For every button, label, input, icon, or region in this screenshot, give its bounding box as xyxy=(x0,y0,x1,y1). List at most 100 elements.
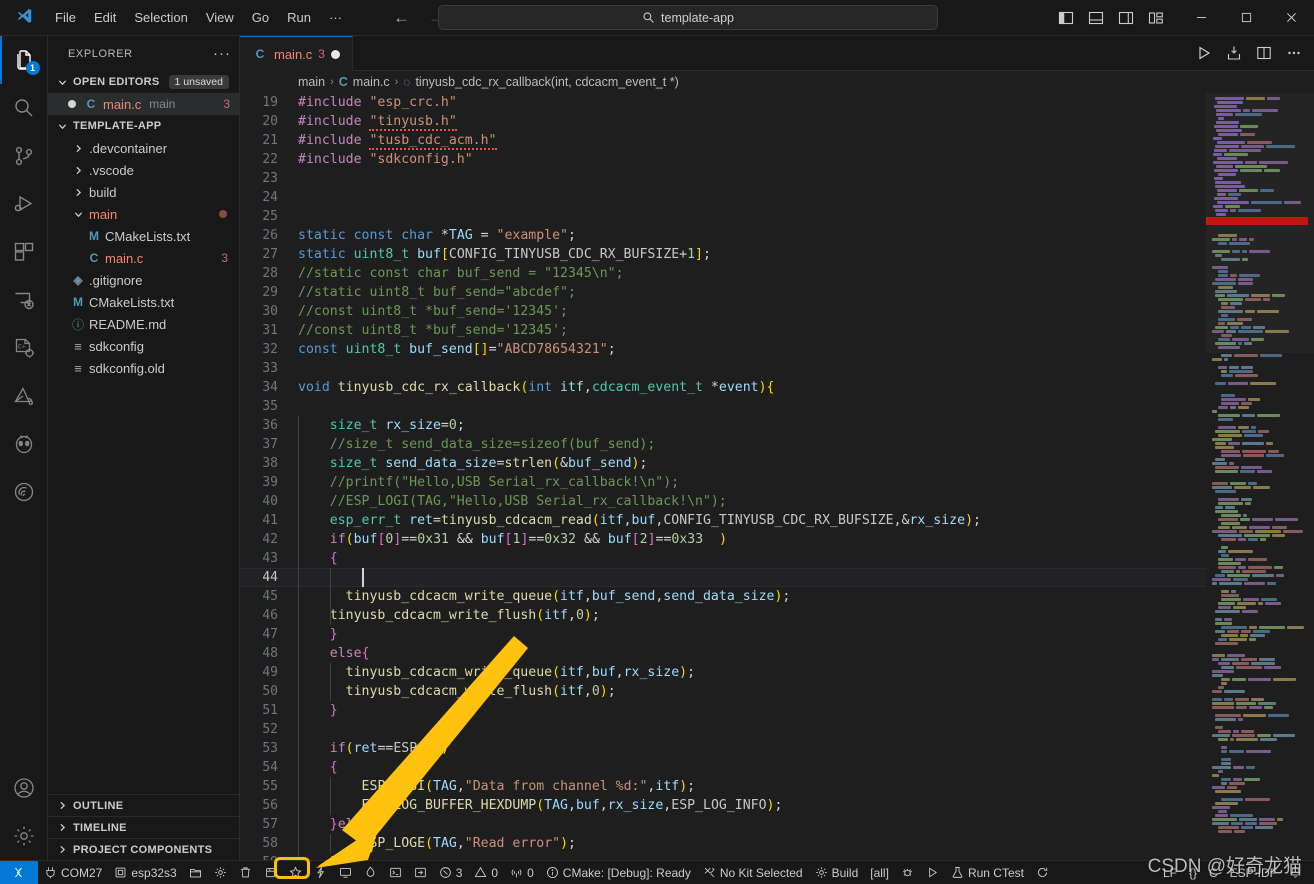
activity-manage-settings[interactable] xyxy=(0,812,48,860)
toggle-primary-sidebar-icon[interactable] xyxy=(1051,3,1081,33)
breadcrumb-folder[interactable]: main xyxy=(298,75,325,89)
code-line[interactable]: 44 xyxy=(240,568,1206,587)
run-button[interactable] xyxy=(1190,39,1218,67)
activity-remote-explorer[interactable] xyxy=(0,276,48,324)
activity-accounts[interactable] xyxy=(0,764,48,812)
status-flash-device[interactable] xyxy=(283,861,308,884)
sidebar-more-actions-icon[interactable]: ··· xyxy=(213,45,231,62)
status-cmake-build-target[interactable]: [all] xyxy=(864,861,895,884)
code-line[interactable]: 33 xyxy=(240,359,1206,378)
code-line[interactable]: 30//const uint8_t *buf_send='12345'; xyxy=(240,302,1206,321)
tree-item-gitignore[interactable]: ◈ .gitignore xyxy=(48,269,239,291)
status-language-brackets[interactable]: {} xyxy=(1183,861,1203,884)
activity-cpp-tools[interactable]: C+ xyxy=(0,324,48,372)
customize-layout-icon[interactable] xyxy=(1141,3,1171,33)
activity-run-and-debug[interactable] xyxy=(0,180,48,228)
status-flash-bolt[interactable] xyxy=(308,861,333,884)
tree-item-vscode[interactable]: .vscode xyxy=(48,159,239,181)
code-line[interactable]: 29 //static uint8_t buf_send="abcdef"; xyxy=(240,283,1206,302)
code-line[interactable]: 50 tinyusb_cdcacm_write_flush(itf,0); xyxy=(240,682,1206,701)
menu-more[interactable]: ··· xyxy=(320,6,351,29)
code-line[interactable]: 34 void tinyusb_cdc_rx_callback(int itf,c… xyxy=(240,378,1206,397)
code-line[interactable]: 32 const uint8_t buf_send[]="ABCD78654321… xyxy=(240,340,1206,359)
code-line[interactable]: 42 if(buf[0]==0x31 && buf[1]==0x32 && bu… xyxy=(240,530,1206,549)
activity-search[interactable] xyxy=(0,84,48,132)
status-notifications-bell[interactable] xyxy=(1283,861,1308,884)
code-line[interactable]: 21 #include "tusb_cdc_acm.h" xyxy=(240,131,1206,150)
tab-main-c[interactable]: C main.c 3 xyxy=(240,36,353,71)
toggle-secondary-sidebar-icon[interactable] xyxy=(1111,3,1141,33)
code-line[interactable]: 37 //size_t send_data_size=sizeof(buf_se… xyxy=(240,435,1206,454)
breadcrumb-file[interactable]: main.c xyxy=(353,75,390,89)
status-eol-sequence[interactable]: LF xyxy=(1157,861,1183,884)
tree-item-sdkconfig-old[interactable]: ≡ sdkconfig.old xyxy=(48,357,239,379)
activity-source-control[interactable] xyxy=(0,132,48,180)
code-line[interactable]: 26 static const char *TAG = "example"; xyxy=(240,226,1206,245)
status-erase-flash[interactable] xyxy=(408,861,433,884)
status-cmake-refresh[interactable] xyxy=(1030,861,1055,884)
code-line[interactable]: 25 xyxy=(240,207,1206,226)
activity-wokwi[interactable] xyxy=(0,468,48,516)
activity-explorer[interactable]: 1 xyxy=(0,36,48,84)
code-line[interactable]: 22 #include "sdkconfig.h" xyxy=(240,150,1206,169)
status-target-chip[interactable]: esp32s3 xyxy=(108,861,182,884)
code-line[interactable]: 24 xyxy=(240,188,1206,207)
status-ports-broadcast[interactable]: 0 xyxy=(504,861,540,884)
code-line[interactable]: 19 #include "esp_crc.h" xyxy=(240,93,1206,112)
code-line[interactable]: 59 } xyxy=(240,853,1206,860)
code-line[interactable]: 53 if(ret==ESP_OK) xyxy=(240,739,1206,758)
status-full-clean[interactable] xyxy=(233,861,258,884)
status-serial-port[interactable]: COM27 xyxy=(38,861,108,884)
tree-item-main-cmakelists[interactable]: M CMakeLists.txt xyxy=(48,225,239,247)
code-line[interactable]: 45 tinyusb_cdcacm_write_queue(itf,buf_se… xyxy=(240,587,1206,606)
tab-dirty-indicator-icon[interactable] xyxy=(331,50,340,59)
code-line[interactable]: 40 //ESP_LOGI(TAG,"Hello,USB Serial_rx_c… xyxy=(240,492,1206,511)
activity-platformio[interactable] xyxy=(0,420,48,468)
workspace-header[interactable]: TEMPLATE-APP xyxy=(48,115,239,137)
split-editor-button[interactable] xyxy=(1250,39,1278,67)
code-line[interactable]: 46 tinyusb_cdcacm_write_flush(itf,0); xyxy=(240,606,1206,625)
pane-project-components[interactable]: PROJECT COMPONENTS xyxy=(48,838,239,860)
toggle-panel-icon[interactable] xyxy=(1081,3,1111,33)
minimap[interactable] xyxy=(1206,93,1314,860)
status-open-terminal[interactable] xyxy=(383,861,408,884)
status-problems-errors[interactable]: 3 xyxy=(433,861,469,884)
status-language-mode[interactable]: C xyxy=(1203,861,1224,884)
tree-item-build[interactable]: build xyxy=(48,181,239,203)
code-line[interactable]: 27 static uint8_t buf[CONFIG_TINYUSB_CDC_… xyxy=(240,245,1206,264)
tree-item-sdkconfig[interactable]: ≡ sdkconfig xyxy=(48,335,239,357)
menu-view[interactable]: View xyxy=(197,6,243,29)
status-build-flash-monitor[interactable] xyxy=(358,861,383,884)
activity-espressif-idf[interactable] xyxy=(0,372,48,420)
open-editor-item[interactable]: C main.c main 3 xyxy=(48,93,239,115)
code-line[interactable]: 20 #include "tinyusb.h" xyxy=(240,112,1206,131)
status-open-folder[interactable] xyxy=(183,861,208,884)
status-problems-warnings[interactable]: 0 xyxy=(468,861,504,884)
status-cmake-status[interactable]: CMake: [Debug]: Ready xyxy=(540,861,697,884)
status-monitor-device[interactable] xyxy=(333,861,358,884)
code-line[interactable]: 56 ESP_LOG_BUFFER_HEXDUMP(TAG,buf,rx_siz… xyxy=(240,796,1206,815)
code-line[interactable]: 39 //printf("Hello,USB Serial_rx_callbac… xyxy=(240,473,1206,492)
code-line[interactable]: 48 else{ xyxy=(240,644,1206,663)
menu-run[interactable]: Run xyxy=(278,6,320,29)
pane-timeline[interactable]: TIMELINE xyxy=(48,816,239,838)
code-line[interactable]: 57 }else{ xyxy=(240,815,1206,834)
status-run-ctest[interactable]: Run CTest xyxy=(945,861,1030,884)
tree-item-main-c[interactable]: C main.c 3 xyxy=(48,247,239,269)
open-editors-header[interactable]: OPEN EDITORS 1 unsaved xyxy=(48,71,239,93)
code-line[interactable]: 47 } xyxy=(240,625,1206,644)
remote-window-indicator[interactable] xyxy=(0,861,38,884)
status-sdk-config[interactable] xyxy=(208,861,233,884)
status-esp-idf-version[interactable]: ESP-IDF xyxy=(1224,861,1283,884)
code-line[interactable]: 28//static const char buf_send = "12345\… xyxy=(240,264,1206,283)
tree-item-main-folder[interactable]: main xyxy=(48,203,239,225)
window-maximize-button[interactable] xyxy=(1224,0,1269,36)
code-line[interactable]: 52 xyxy=(240,720,1206,739)
pane-outline[interactable]: OUTLINE xyxy=(48,794,239,816)
activity-extensions[interactable] xyxy=(0,228,48,276)
code-lines[interactable]: 19 #include "esp_crc.h" 20 #include "tinyus… xyxy=(240,93,1206,860)
menu-edit[interactable]: Edit xyxy=(85,6,125,29)
command-center-search[interactable]: template-app xyxy=(438,5,938,30)
window-minimize-button[interactable] xyxy=(1179,0,1224,36)
status-cmake-launch-target[interactable] xyxy=(920,861,945,884)
